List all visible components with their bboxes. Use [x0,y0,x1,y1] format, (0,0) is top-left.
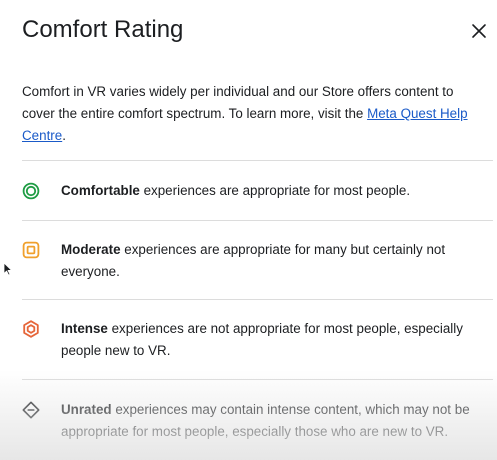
rating-name: Intense [61,321,108,336]
intro-text-end: . [62,128,66,143]
rating-name: Moderate [61,242,121,257]
intense-icon [23,320,39,338]
rating-row-comfortable: Comfortable experiences are appropriate … [22,161,492,220]
comfortable-icon [22,182,40,200]
rating-row-intense: Intense experiences are not appropriate … [22,300,492,379]
rating-description: experiences are not appropriate for most… [61,321,463,358]
rating-text-moderate: Moderate experiences are appropriate for… [61,239,491,283]
close-button[interactable] [466,18,492,44]
rating-name: Comfortable [61,183,140,198]
intro-text: Comfort in VR varies widely per individu… [22,81,477,147]
close-icon [472,24,486,38]
rating-text-comfortable: Comfortable experiences are appropriate … [61,180,491,202]
rating-text-intense: Intense experiences are not appropriate … [61,318,491,362]
dialog-title: Comfort Rating [22,16,184,43]
rating-name: Unrated [61,402,112,417]
rating-description: experiences may contain intense content,… [61,402,470,439]
comfort-rating-dialog: Comfort Rating Comfort in VR varies wide… [0,0,497,460]
rating-row-moderate: Moderate experiences are appropriate for… [22,221,492,299]
mouse-cursor-icon [3,262,12,276]
unrated-icon [22,401,40,419]
rating-row-unrated: Unrated experiences may contain intense … [22,380,492,460]
moderate-icon [22,241,40,259]
rating-description: experiences are appropriate for most peo… [139,183,411,198]
rating-text-unrated: Unrated experiences may contain intense … [61,399,491,443]
